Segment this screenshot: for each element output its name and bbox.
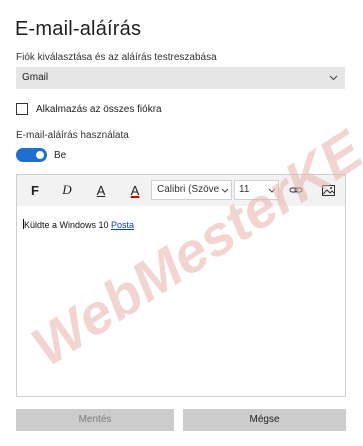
account-dropdown[interactable]: Gmail	[16, 67, 345, 89]
italic-button[interactable]: D	[56, 180, 78, 200]
signature-editor: F D A A Calibri (Szöve 11 Küldte a Windo…	[16, 174, 346, 397]
toggle-state-label: Be	[54, 149, 67, 161]
chevron-down-icon	[327, 67, 339, 89]
font-size-dropdown[interactable]: 11	[234, 180, 279, 200]
chevron-down-icon	[221, 181, 229, 199]
insert-link-button[interactable]	[285, 180, 307, 200]
insert-image-button[interactable]	[317, 180, 339, 200]
bold-button[interactable]: F	[24, 180, 46, 200]
chevron-down-icon	[268, 181, 276, 199]
formatting-toolbar: F D A A Calibri (Szöve 11	[17, 175, 345, 206]
cancel-button[interactable]: Mégse	[183, 409, 346, 431]
email-signature-page: E-mail-aláírás Fiók kiválasztása és az a…	[0, 0, 363, 446]
signature-link[interactable]: Posta	[111, 220, 134, 230]
account-select-label: Fiók kiválasztása és az aláírás testresz…	[16, 52, 217, 63]
image-icon	[321, 184, 335, 196]
toggle-knob	[36, 151, 44, 159]
signature-usage-label: E-mail-aláírás használata	[16, 130, 129, 141]
underline-button[interactable]: A	[90, 180, 112, 200]
signature-body-text: Küldte a Windows 10	[24, 220, 112, 230]
save-button[interactable]: Mentés	[16, 409, 174, 431]
account-dropdown-value: Gmail	[22, 72, 49, 83]
page-title: E-mail-aláírás	[15, 18, 142, 40]
link-icon	[289, 187, 303, 193]
apply-all-accounts-checkbox[interactable]	[16, 103, 28, 115]
apply-all-accounts-label: Alkalmazás az összes fiókra	[36, 103, 162, 115]
signature-toggle-row: Be	[16, 148, 66, 162]
font-color-button[interactable]: A	[124, 180, 146, 200]
signature-toggle[interactable]	[16, 148, 47, 162]
font-family-value: Calibri (Szöve	[157, 184, 220, 195]
apply-all-accounts-row: Alkalmazás az összes fiókra	[16, 101, 162, 117]
font-family-dropdown[interactable]: Calibri (Szöve	[151, 180, 232, 200]
font-size-value: 11	[239, 184, 250, 195]
signature-text[interactable]: Küldte a Windows 10 Posta	[23, 219, 134, 230]
